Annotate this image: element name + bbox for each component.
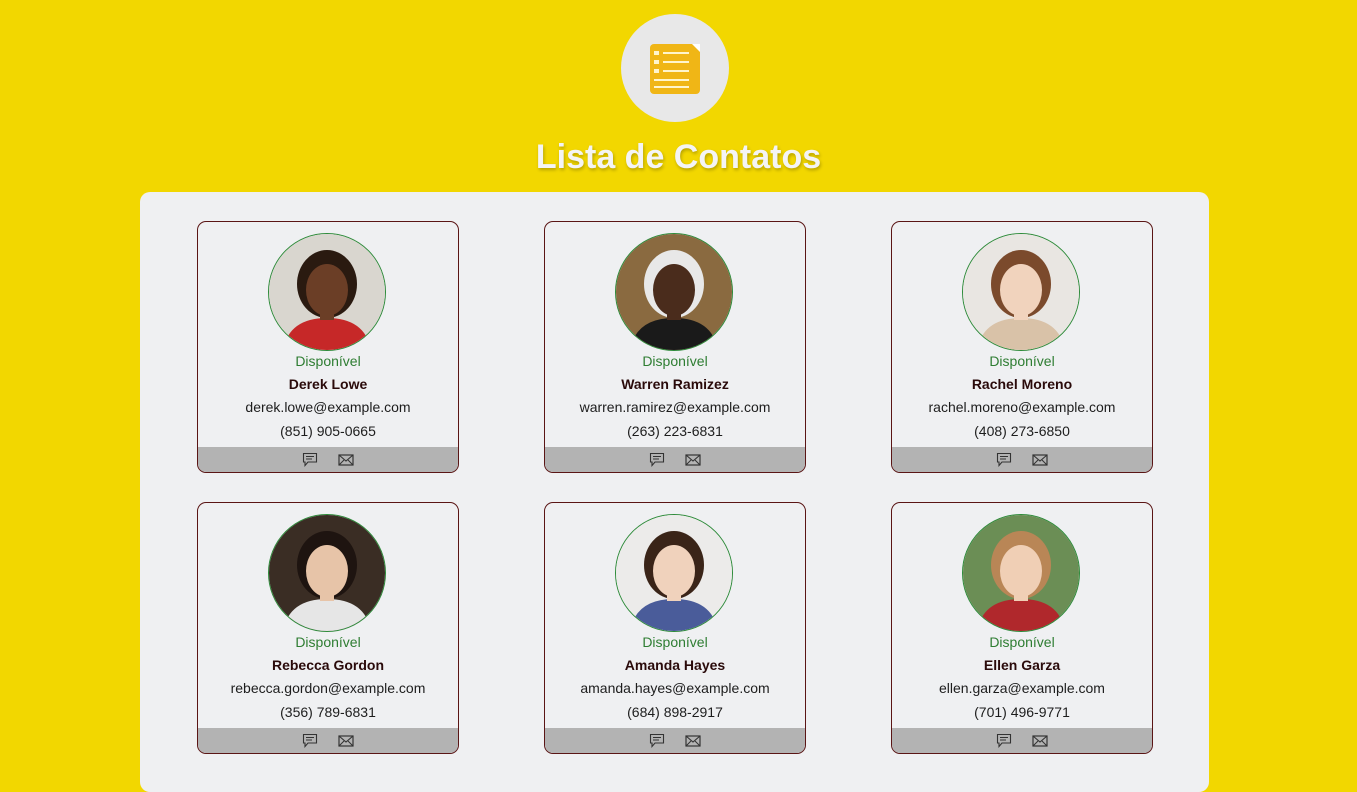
status-label: Disponível [989,634,1055,650]
contact-card: Disponível Amanda Hayes amanda.hayes@exa… [544,502,806,754]
status-label: Disponível [295,353,361,369]
contact-name: Warren Ramizez [621,376,729,392]
contact-email[interactable]: rachel.moreno@example.com [892,399,1152,415]
envelope-icon[interactable] [338,733,354,749]
card-action-bar [545,447,805,472]
card-action-bar [545,728,805,753]
contact-phone: (701) 496-9771 [974,704,1070,720]
contact-card: Disponível Rachel Moreno rachel.moreno@e… [891,221,1153,473]
contact-name: Amanda Hayes [624,657,726,673]
contact-phone: (851) 905-0665 [280,423,376,439]
contact-email[interactable]: amanda.hayes@example.com [545,680,805,696]
contacts-panel: Disponível Derek Lowe derek.lowe@example… [140,192,1209,792]
avatar [615,514,733,632]
card-action-bar [892,728,1152,753]
chat-bubble-icon[interactable] [649,733,665,749]
status-label: Disponível [989,353,1055,369]
contact-phone: (263) 223-6831 [627,423,723,439]
avatar [962,514,1080,632]
card-action-bar [198,447,458,472]
envelope-icon[interactable] [1032,452,1048,468]
contact-name: Ellen Garza [983,657,1061,673]
chat-bubble-icon[interactable] [649,452,665,468]
contact-card: Disponível Rebecca Gordon rebecca.gordon… [197,502,459,754]
avatar [268,233,386,351]
contact-card: Disponível Derek Lowe derek.lowe@example… [197,221,459,473]
contact-list-document-icon [650,44,700,94]
contact-name: Rebecca Gordon [271,657,385,673]
card-action-bar [198,728,458,753]
avatar [962,233,1080,351]
contact-email[interactable]: derek.lowe@example.com [198,399,458,415]
contact-phone: (356) 789-6831 [280,704,376,720]
app-logo [621,14,729,122]
envelope-icon[interactable] [685,733,701,749]
envelope-icon[interactable] [1032,733,1048,749]
chat-bubble-icon[interactable] [996,733,1012,749]
page-title: Lista de Contatos [535,138,822,176]
contacts-grid: Disponível Derek Lowe derek.lowe@example… [197,221,1153,754]
envelope-icon[interactable] [685,452,701,468]
chat-bubble-icon[interactable] [302,452,318,468]
contact-email[interactable]: warren.ramirez@example.com [545,399,805,415]
avatar [615,233,733,351]
contact-name: Derek Lowe [288,376,368,392]
chat-bubble-icon[interactable] [996,452,1012,468]
chat-bubble-icon[interactable] [302,733,318,749]
avatar [268,514,386,632]
envelope-icon[interactable] [338,452,354,468]
contact-email[interactable]: ellen.garza@example.com [892,680,1152,696]
contact-phone: (408) 273-6850 [974,423,1070,439]
contact-card: Disponível Ellen Garza ellen.garza@examp… [891,502,1153,754]
status-label: Disponível [642,634,708,650]
contact-phone: (684) 898-2917 [627,704,723,720]
status-label: Disponível [642,353,708,369]
contact-email[interactable]: rebecca.gordon@example.com [198,680,458,696]
status-label: Disponível [295,634,361,650]
card-action-bar [892,447,1152,472]
contact-name: Rachel Moreno [971,376,1073,392]
contact-card: Disponível Warren Ramizez warren.ramirez… [544,221,806,473]
